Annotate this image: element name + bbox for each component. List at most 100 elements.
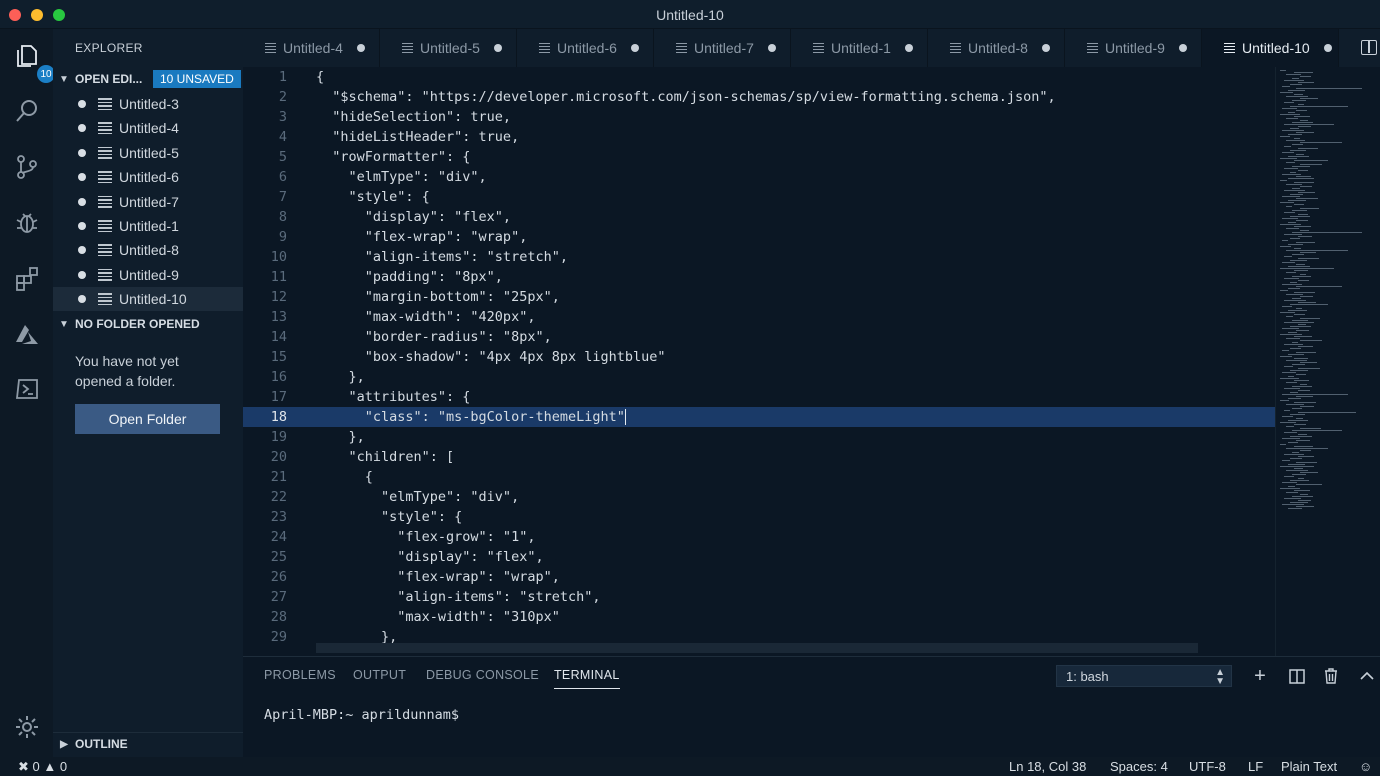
open-editor-item[interactable]: Untitled-6	[53, 165, 243, 189]
extensions-icon[interactable]	[10, 261, 43, 294]
code-text: },	[316, 369, 365, 385]
code-line[interactable]: 10 "align-items": "stretch",	[243, 247, 1275, 267]
tab-untitled-6[interactable]: Untitled-6	[517, 29, 654, 67]
tab-untitled-5[interactable]: Untitled-5	[380, 29, 517, 67]
tab-output[interactable]: OUTPUT	[353, 668, 406, 682]
code-line[interactable]: 27 "align-items": "stretch",	[243, 587, 1275, 607]
code-line[interactable]: 7 "style": {	[243, 187, 1275, 207]
code-line[interactable]: 18 "class": "ms-bgColor-themeLight"	[243, 407, 1275, 427]
tab-untitled-4[interactable]: Untitled-4	[243, 29, 380, 67]
open-editor-item[interactable]: Untitled-8	[53, 238, 243, 262]
unsaved-dot-icon[interactable]	[493, 44, 502, 52]
code-line[interactable]: 5 "rowFormatter": {	[243, 147, 1275, 167]
tab-untitled-1[interactable]: Untitled-1	[791, 29, 928, 67]
tab-untitled-7[interactable]: Untitled-7	[654, 29, 791, 67]
tab-problems[interactable]: PROBLEMS	[264, 668, 336, 682]
debug-icon[interactable]	[10, 205, 43, 238]
minimap-line	[1280, 444, 1286, 445]
code-line[interactable]: 24 "flex-grow": "1",	[243, 527, 1275, 547]
files-icon[interactable]: 10	[10, 39, 55, 83]
tab-untitled-8[interactable]: Untitled-8	[928, 29, 1065, 67]
outline-section-header[interactable]: ▶ OUTLINE	[53, 732, 243, 754]
minimap-line	[1298, 104, 1304, 105]
code-line[interactable]: 25 "display": "flex",	[243, 547, 1275, 567]
unsaved-dot-icon[interactable]	[1323, 44, 1332, 52]
open-editor-item[interactable]: Untitled-9	[53, 263, 243, 287]
unsaved-dot-icon[interactable]	[1178, 44, 1187, 52]
open-editor-item[interactable]: Untitled-3	[53, 92, 243, 116]
code-line[interactable]: 15 "box-shadow": "4px 4px 8px lightblue"	[243, 347, 1275, 367]
terminal-icon[interactable]	[10, 372, 43, 405]
terminal-select[interactable]: 1: bash ▲ ▼	[1056, 665, 1232, 687]
code-line[interactable]: 23 "style": {	[243, 507, 1275, 527]
code-line[interactable]: 6 "elmType": "div",	[243, 167, 1275, 187]
add-terminal-icon[interactable]: +	[1250, 665, 1270, 687]
code-line[interactable]: 3 "hideSelection": true,	[243, 107, 1275, 127]
minimap-line	[1290, 216, 1310, 217]
open-editor-item[interactable]: Untitled-4	[53, 116, 243, 140]
code-line[interactable]: 22 "elmType": "div",	[243, 487, 1275, 507]
minimap[interactable]	[1275, 67, 1380, 656]
unsaved-dot-icon[interactable]	[767, 44, 776, 52]
code-line[interactable]: 19 },	[243, 427, 1275, 447]
open-editors-header[interactable]: ▼ OPEN EDI... 10 UNSAVED	[53, 68, 243, 90]
minimap-line	[1300, 164, 1322, 165]
source-control-icon[interactable]	[10, 150, 43, 183]
terminal-select-value: 1: bash	[1066, 668, 1109, 684]
search-icon[interactable]	[10, 94, 43, 127]
code-line[interactable]: 20 "children": [	[243, 447, 1275, 467]
unsaved-dot-icon[interactable]	[904, 44, 913, 52]
open-editor-item[interactable]: Untitled-5	[53, 141, 243, 165]
code-line[interactable]: 9 "flex-wrap": "wrap",	[243, 227, 1275, 247]
tab-untitled-9[interactable]: Untitled-9	[1065, 29, 1202, 67]
feedback-icon[interactable]: ☺	[1359, 759, 1372, 774]
code-line[interactable]: 11 "padding": "8px",	[243, 267, 1275, 287]
encoding[interactable]: UTF-8	[1189, 759, 1226, 774]
end-of-line[interactable]: LF	[1248, 759, 1263, 774]
open-editor-item[interactable]: Untitled-10	[53, 287, 243, 312]
line-number: 16	[270, 369, 287, 385]
text-file-icon	[1087, 43, 1098, 53]
code-line[interactable]: 4 "hideListHeader": true,	[243, 127, 1275, 147]
code-line[interactable]: 12 "margin-bottom": "25px",	[243, 287, 1275, 307]
line-number: 10	[270, 249, 287, 265]
minimap-line	[1290, 326, 1311, 327]
code-line[interactable]: 17 "attributes": {	[243, 387, 1275, 407]
horizontal-scrollbar[interactable]	[316, 643, 1198, 653]
minimap-line	[1296, 440, 1310, 441]
language-mode[interactable]: Plain Text	[1281, 759, 1337, 774]
code-line[interactable]: 16 },	[243, 367, 1275, 387]
open-editor-item[interactable]: Untitled-7	[53, 190, 243, 214]
code-line[interactable]: 1{	[243, 67, 1275, 87]
azure-icon[interactable]	[10, 317, 43, 350]
code-editor[interactable]: 29 }, 28 "max-width": "310px" 27 "align-it…	[243, 67, 1380, 656]
unsaved-dot-icon[interactable]	[630, 44, 639, 52]
minimap-line	[1290, 348, 1301, 349]
cursor-position[interactable]: Ln 18, Col 38	[1009, 759, 1086, 774]
tab-untitled-10[interactable]: Untitled-10	[1202, 29, 1339, 67]
tab-terminal[interactable]: TERMINAL	[554, 668, 620, 689]
terminal-prompt[interactable]: April-MBP:~ aprildunnam$	[264, 707, 459, 723]
code-line[interactable]: 26 "flex-wrap": "wrap",	[243, 567, 1275, 587]
chevron-up-icon[interactable]	[1357, 666, 1377, 686]
unsaved-dot-icon[interactable]	[1041, 44, 1050, 52]
open-editor-item[interactable]: Untitled-1	[53, 214, 243, 238]
minimap-line	[1282, 438, 1300, 439]
indentation[interactable]: Spaces: 4	[1110, 759, 1168, 774]
code-line[interactable]: 2 "$schema": "https://developer.microsof…	[243, 87, 1275, 107]
open-folder-button[interactable]: Open Folder	[75, 404, 220, 434]
code-line[interactable]: 13 "max-width": "420px",	[243, 307, 1275, 327]
errors-indicator[interactable]: ✖ 0 ▲ 0	[18, 759, 67, 775]
code-line[interactable]: 28 "max-width": "310px"	[243, 607, 1275, 627]
unsaved-dot-icon[interactable]	[356, 44, 365, 52]
tab-debug-console[interactable]: DEBUG CONSOLE	[426, 668, 539, 682]
no-folder-header[interactable]: ▼ NO FOLDER OPENED	[53, 313, 243, 335]
split-editor-icon[interactable]	[1361, 40, 1377, 55]
settings-gear-icon[interactable]	[10, 710, 43, 743]
code-line[interactable]: 14 "border-radius": "8px",	[243, 327, 1275, 347]
minimap-line	[1290, 238, 1300, 239]
split-terminal-icon[interactable]	[1287, 666, 1307, 686]
trash-icon[interactable]	[1321, 666, 1341, 686]
code-line[interactable]: 8 "display": "flex",	[243, 207, 1275, 227]
code-line[interactable]: 21 {	[243, 467, 1275, 487]
